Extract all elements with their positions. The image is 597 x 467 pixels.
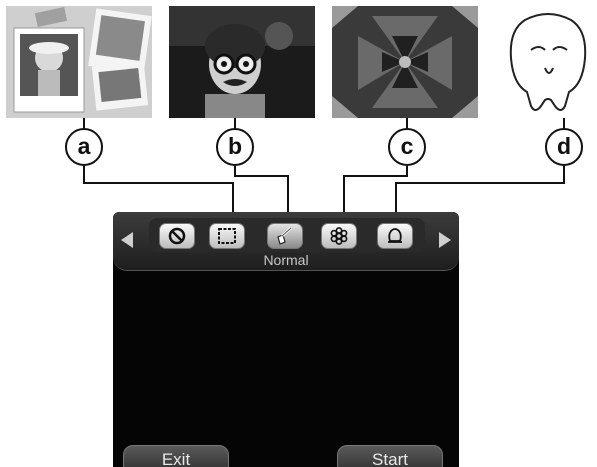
frame-effect-button[interactable]	[209, 223, 245, 249]
callout-b-label: b	[216, 128, 254, 166]
effect-icon-strip	[149, 218, 425, 252]
effect-selector-bar: Normal	[113, 212, 459, 271]
current-effect-label: Normal	[263, 252, 309, 268]
scroll-left-arrow-icon[interactable]	[121, 232, 133, 248]
camera-preview-screen: Normal Exit Start	[113, 212, 459, 467]
face-effect-button[interactable]	[377, 223, 413, 249]
kaleidoscope-icon	[330, 227, 348, 245]
frame-icon	[218, 228, 236, 244]
kaleidoscope-effect-button[interactable]	[321, 223, 357, 249]
sketch-brush-icon	[277, 227, 292, 245]
scroll-right-arrow-icon[interactable]	[439, 232, 451, 248]
start-button[interactable]: Start	[337, 445, 443, 467]
callout-a-label: a	[65, 128, 103, 166]
no-effect-icon	[168, 227, 186, 245]
no-effect-button[interactable]	[159, 223, 195, 249]
sketch-effect-button[interactable]	[267, 223, 303, 249]
exit-button[interactable]: Exit	[123, 445, 229, 467]
face-outline-icon	[388, 228, 402, 243]
callout-c-label: c	[388, 128, 426, 166]
callout-d-label: d	[545, 128, 583, 166]
